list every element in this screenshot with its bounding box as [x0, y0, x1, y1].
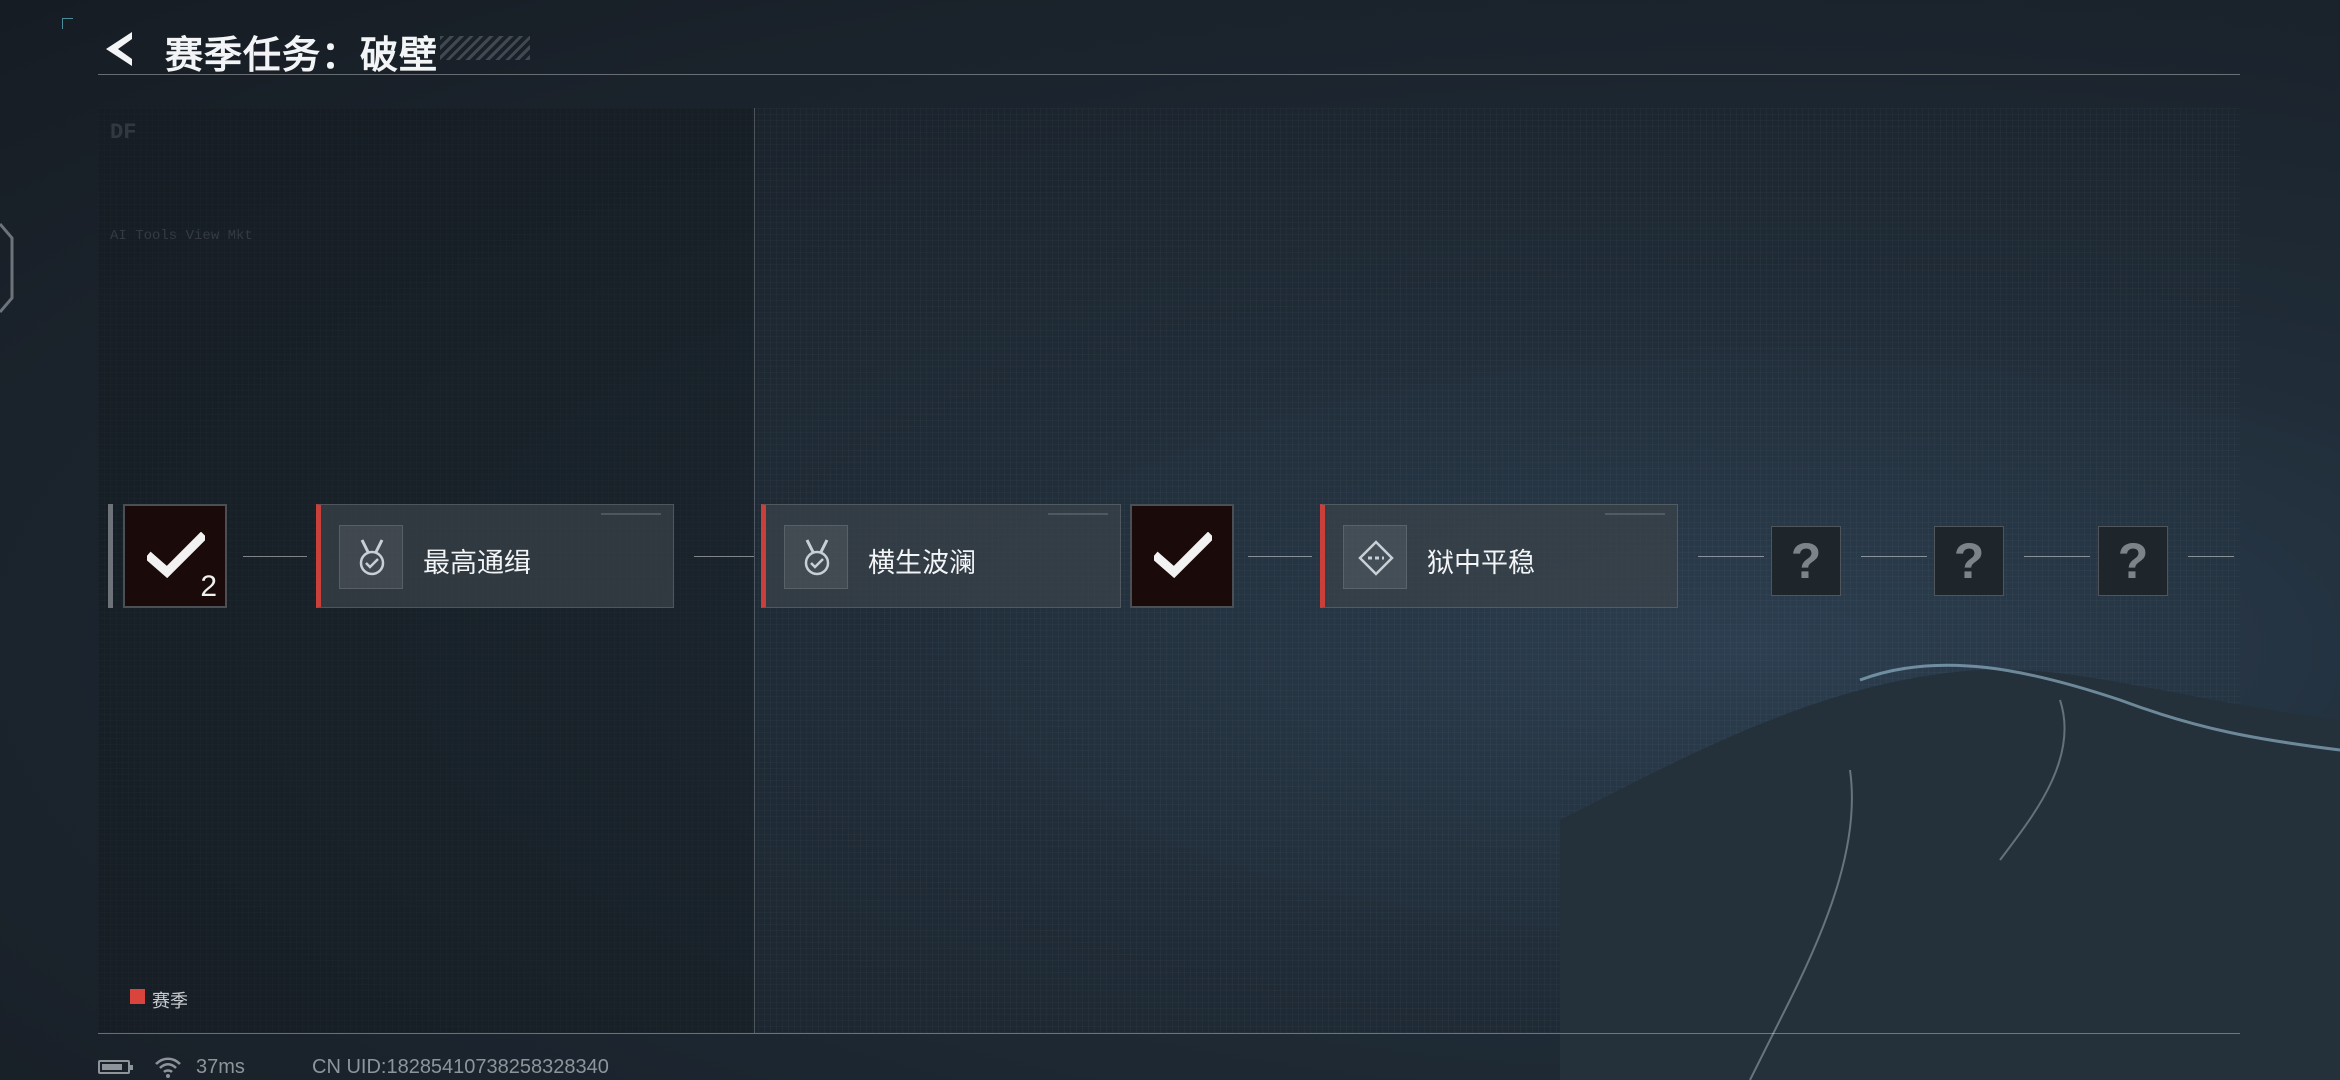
card-decoration [601, 513, 661, 515]
completed-stage-box[interactable]: 2 [123, 504, 227, 608]
legend-swatch [130, 989, 145, 1004]
check-icon [147, 532, 205, 579]
task-label: 横生波澜 [868, 548, 976, 578]
faint-panel-text: DF [110, 120, 137, 145]
task-card-hengshengbolan[interactable]: 横生波澜 [761, 504, 1121, 608]
medal-check-icon [784, 525, 848, 589]
task-card-yuzhongpingwen[interactable]: 狱中平稳 [1320, 504, 1678, 608]
mountain-backdrop [1560, 663, 2340, 1080]
card-decoration [1605, 513, 1665, 515]
chain-connector [2024, 556, 2090, 557]
page-title: 赛季任务：破壁 [165, 35, 439, 77]
battery-icon [98, 1060, 133, 1074]
chain-connector [1698, 556, 1764, 557]
check-icon [1154, 532, 1212, 579]
task-card-zuigaotongji[interactable]: 最高通缉 [316, 504, 674, 608]
side-tab-handle[interactable] [0, 218, 18, 318]
title-decoration [440, 36, 530, 60]
task-label: 狱中平稳 [1427, 548, 1535, 578]
legend-label: 赛季 [152, 991, 188, 1011]
corner-mark [62, 18, 73, 29]
footer-divider [98, 1033, 2240, 1034]
locked-task-box[interactable]: ? [2098, 526, 2168, 596]
chain-connector [243, 556, 307, 557]
wifi-icon [155, 1057, 181, 1078]
chain-connector [694, 556, 754, 557]
task-label: 最高通缉 [423, 548, 531, 578]
back-arrow-icon [106, 32, 132, 66]
back-button[interactable] [98, 28, 140, 70]
reward-box[interactable] [1130, 504, 1234, 608]
completed-count: 2 [200, 570, 217, 603]
chain-connector [1248, 556, 1312, 557]
chain-connector [1861, 556, 1927, 557]
locked-task-box[interactable]: ? [1771, 526, 1841, 596]
medal-check-icon [339, 525, 403, 589]
chain-connector [2188, 556, 2234, 557]
faint-panel-subtext: AI Tools View Mkt [110, 228, 253, 244]
user-id: CN UID:18285410738258328340 [312, 1056, 609, 1078]
card-decoration [1048, 513, 1108, 515]
target-diamond-icon [1343, 525, 1407, 589]
ping-readout: 37ms [196, 1056, 245, 1078]
section-divider [754, 108, 755, 1033]
chain-start-marker [108, 504, 113, 608]
locked-task-box[interactable]: ? [1934, 526, 2004, 596]
